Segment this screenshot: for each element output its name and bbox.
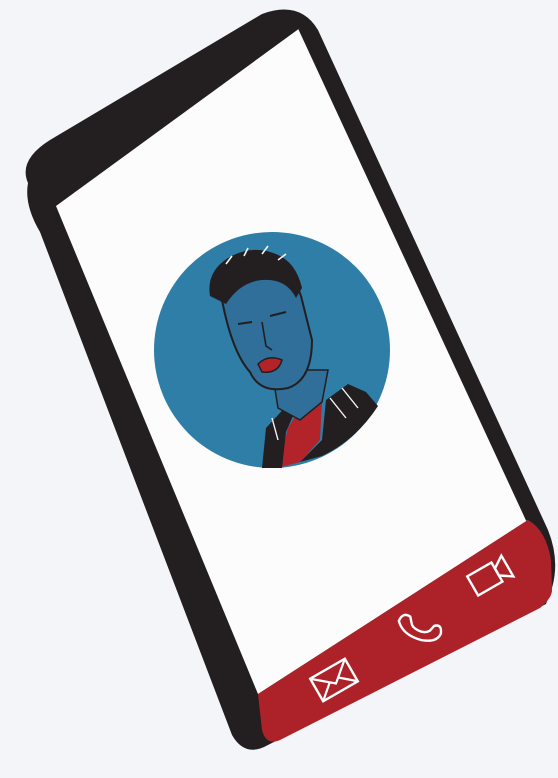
phone-illustration — [25, 9, 556, 750]
avatar — [154, 232, 390, 468]
illustration-canvas — [0, 0, 558, 778]
